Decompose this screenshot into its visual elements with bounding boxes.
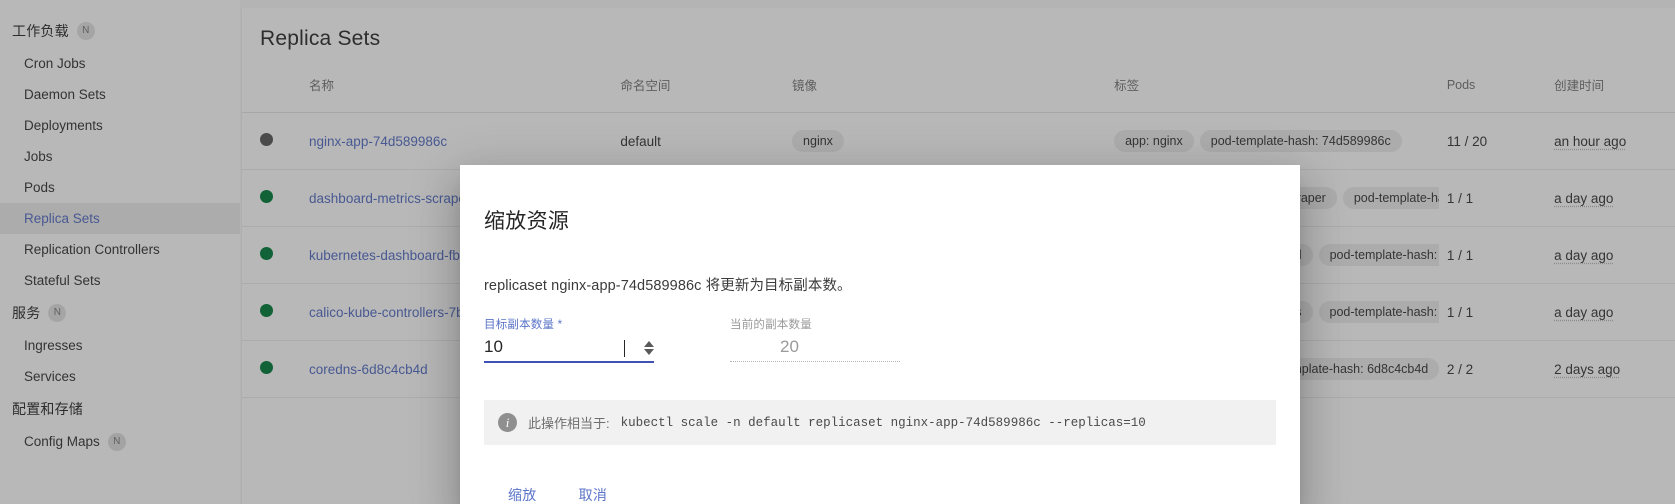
current-replicas-field: 当前的副本数量 20	[730, 316, 900, 363]
desired-replicas-field: 目标副本数量 * 10	[484, 316, 654, 363]
desired-replicas-input[interactable]: 10	[484, 337, 604, 357]
dialog-title: 缩放资源	[484, 210, 570, 233]
text-caret	[623, 340, 625, 357]
scale-confirm-button[interactable]: 缩放	[500, 477, 545, 504]
info-banner-prefix: 此操作相当于:	[528, 416, 610, 431]
kubectl-info-banner: i 此操作相当于: kubectl scale -n default repli…	[484, 400, 1276, 445]
stepper-up-icon[interactable]	[644, 341, 654, 347]
desired-replicas-row: 10	[484, 337, 654, 361]
desired-replicas-label: 目标副本数量 *	[484, 319, 563, 331]
current-replicas-value: 20	[780, 337, 799, 356]
info-icon: i	[498, 413, 517, 432]
scale-cancel-button[interactable]: 取消	[571, 477, 616, 504]
current-replicas-underline	[730, 361, 900, 362]
desired-replicas-underline	[484, 361, 654, 363]
info-banner-command: kubectl scale -n default replicaset ngin…	[620, 415, 1146, 430]
scale-resource-dialog: 缩放资源 replicaset nginx-app-74d589986c 将更新…	[460, 165, 1300, 504]
dialog-description: replicaset nginx-app-74d589986c 将更新为目标副本…	[484, 278, 852, 294]
stepper-down-icon[interactable]	[644, 349, 654, 355]
dialog-fields: 目标副本数量 * 10 当前的副本数量 20	[484, 295, 1276, 363]
app-root: 工作负载 N Cron Jobs Daemon Sets Deployments Jobs…	[0, 0, 1675, 504]
dialog-actions: 缩放 取消	[484, 445, 1276, 504]
current-replicas-row: 20	[730, 337, 900, 361]
current-replicas-label: 当前的副本数量	[730, 319, 812, 331]
desired-replicas-stepper[interactable]	[644, 341, 654, 355]
